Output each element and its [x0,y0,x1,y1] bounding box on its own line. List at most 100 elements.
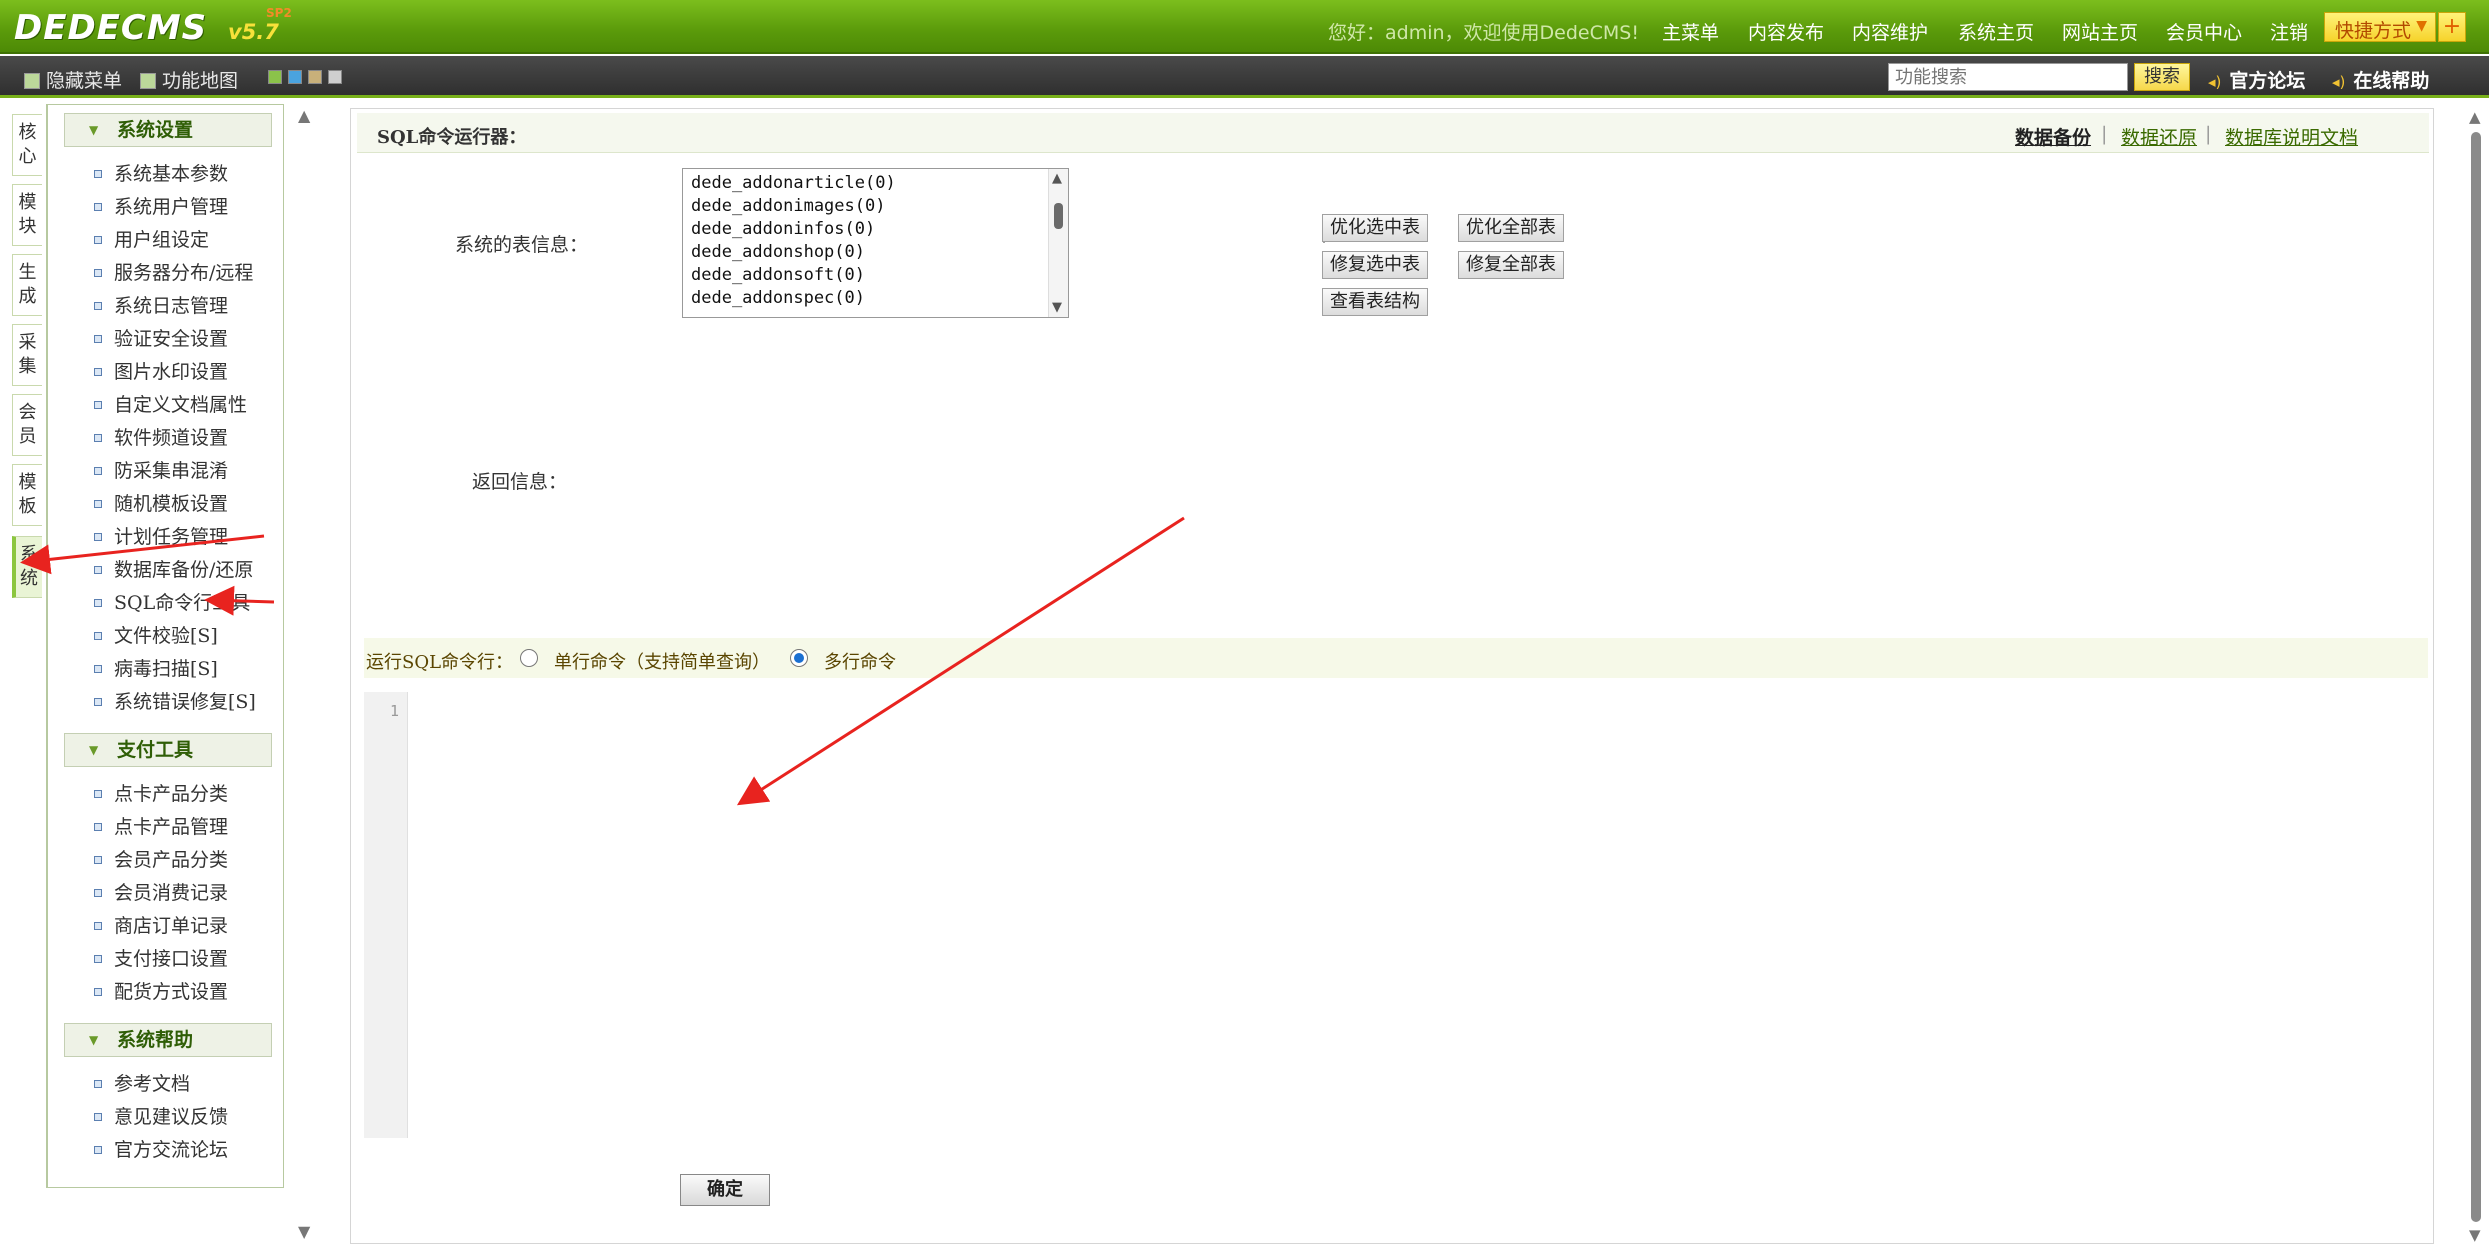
bullet-icon [94,434,102,442]
online-help-link[interactable]: ◂) 在线帮助 [2332,66,2429,93]
menu-item[interactable]: 自定义文档属性 [94,390,247,420]
online-help-label: 在线帮助 [2353,70,2430,92]
menu-item[interactable]: 数据库备份/还原 [94,555,253,585]
add-shortcut-button[interactable]: + [2438,12,2466,42]
menu-item-label: 系统基本参数 [114,163,229,185]
bullet-icon [94,335,102,343]
menu-item-label: 文件校验[S] [114,625,218,647]
nav-site-home[interactable]: 网站主页 [2062,18,2138,45]
confirm-button[interactable]: 确定 [680,1174,770,1206]
scroll-thumb[interactable] [1054,203,1063,229]
repair-selected-button[interactable]: 修复选中表 [1322,251,1428,279]
nav-content-publish[interactable]: 内容发布 [1748,18,1824,45]
bullet-icon [94,1113,102,1121]
function-search-input[interactable] [1888,63,2128,91]
link-separator: | [2101,123,2108,145]
list-scrollbar[interactable]: ▲ ▼ [1048,169,1068,317]
tab-member[interactable]: 会员 [12,394,42,456]
menu-item[interactable]: 服务器分布/远程 [94,258,253,288]
menu-item[interactable]: 会员消费记录 [94,878,228,908]
menu-item[interactable]: 随机模板设置 [94,489,228,519]
scroll-up-icon[interactable]: ▲ [1052,171,1062,186]
link-separator: | [2205,123,2212,145]
bullet-icon [94,236,102,244]
search-button[interactable]: 搜索 [2134,63,2190,91]
tab-core[interactable]: 核心 [12,114,42,176]
nav-logout[interactable]: 注销 [2270,18,2308,45]
repair-all-button[interactable]: 修复全部表 [1458,251,1564,279]
tab-system[interactable]: 系统 [12,536,42,598]
menu-section-system-help[interactable]: ▼ 系统帮助 [64,1023,272,1057]
version-tag: SP2 [266,6,292,20]
skin-gray-swatch[interactable] [328,70,342,84]
table-list-select[interactable]: dede_addonarticle(0) dede_addonimages(0)… [682,168,1069,318]
menu-item[interactable]: 文件校验[S] [94,621,218,651]
page-scrollbar[interactable]: ▲ ▼ [2466,108,2486,1244]
menu-item-label: 自定义文档属性 [114,394,248,416]
tab-generate[interactable]: 生成 [12,254,42,316]
scroll-thumb[interactable] [2471,132,2481,1222]
data-restore-link[interactable]: 数据还原 [2121,123,2197,150]
sql-editor[interactable]: 1 [364,692,2428,1138]
skin-green-swatch[interactable] [268,70,282,84]
nav-main-menu[interactable]: 主菜单 [1662,18,1719,45]
menu-item[interactable]: 系统基本参数 [94,159,228,189]
menu-item[interactable]: 用户组设定 [94,225,209,255]
tab-collect[interactable]: 采集 [12,324,42,386]
menu-section-system-settings[interactable]: ▼ 系统设置 [64,113,272,147]
skin-blue-swatch[interactable] [288,70,302,84]
menu-item[interactable]: 配货方式设置 [94,977,228,1007]
menu-item-sql-tool[interactable]: SQL命令行工具 [94,588,250,618]
menu-item[interactable]: 参考文档 [94,1069,190,1099]
section-title: 系统设置 [117,119,194,141]
menu-item[interactable]: 官方交流论坛 [94,1135,228,1165]
menu-item[interactable]: 商店订单记录 [94,911,228,941]
menu-item[interactable]: 计划任务管理 [94,522,228,552]
menu-item-label: 验证安全设置 [114,328,229,350]
list-item[interactable]: dede_addoninfos(0) [691,219,875,239]
skin-brown-swatch[interactable] [308,70,322,84]
nav-content-maintain[interactable]: 内容维护 [1852,18,1928,45]
menu-scroll-down-icon[interactable]: ▼ [298,1222,310,1241]
menu-item[interactable]: 点卡产品分类 [94,779,228,809]
menu-item[interactable]: 支付接口设置 [94,944,228,974]
menu-item[interactable]: 系统错误修复[S] [94,687,256,717]
data-backup-link[interactable]: 数据备份 [2015,123,2091,150]
menu-scroll-up-icon[interactable]: ▲ [298,106,310,125]
optimize-selected-button[interactable]: 优化选中表 [1322,214,1428,242]
menu-item[interactable]: 验证安全设置 [94,324,228,354]
menu-item[interactable]: 意见建议反馈 [94,1102,228,1132]
scroll-down-icon[interactable]: ▼ [1052,300,1062,315]
hide-menu-button[interactable]: 隐藏菜单 [24,66,122,93]
menu-item[interactable]: 防采集串混淆 [94,456,228,486]
menu-section-payment-tools[interactable]: ▼ 支付工具 [64,733,272,767]
menu-item[interactable]: 图片水印设置 [94,357,228,387]
single-line-radio[interactable] [520,649,538,667]
menu-item[interactable]: 点卡产品管理 [94,812,228,842]
scroll-up-icon[interactable]: ▲ [2469,108,2481,126]
optimize-all-button[interactable]: 优化全部表 [1458,214,1564,242]
multi-line-radio[interactable] [790,649,808,667]
scroll-down-icon[interactable]: ▼ [2469,1226,2481,1244]
list-item[interactable]: dede_addonarticle(0) [691,173,896,193]
menu-item[interactable]: 软件频道设置 [94,423,228,453]
list-item[interactable]: dede_addonsoft(0) [691,265,865,285]
menu-item[interactable]: 系统日志管理 [94,291,228,321]
bullet-icon [94,401,102,409]
list-item[interactable]: dede_addonshop(0) [691,242,865,262]
list-item[interactable]: dede_addonimages(0) [691,196,885,216]
menu-item[interactable]: 系统用户管理 [94,192,228,222]
view-structure-button[interactable]: 查看表结构 [1322,288,1428,316]
db-docs-link[interactable]: 数据库说明文档 [2225,123,2358,150]
tab-template[interactable]: 模板 [12,464,42,526]
menu-item[interactable]: 会员产品分类 [94,845,228,875]
tab-module[interactable]: 模块 [12,184,42,246]
quick-shortcuts-label: 快捷方式 [2335,20,2412,42]
menu-item[interactable]: 病毒扫描[S] [94,654,218,684]
list-item[interactable]: dede_addonspec(0) [691,288,865,308]
function-map-button[interactable]: 功能地图 [140,66,238,93]
quick-shortcuts-dropdown[interactable]: 快捷方式 ▼ [2324,12,2436,42]
nav-system-home[interactable]: 系统主页 [1958,18,2034,45]
official-forum-link[interactable]: ◂) 官方论坛 [2208,66,2305,93]
nav-member-center[interactable]: 会员中心 [2166,18,2242,45]
